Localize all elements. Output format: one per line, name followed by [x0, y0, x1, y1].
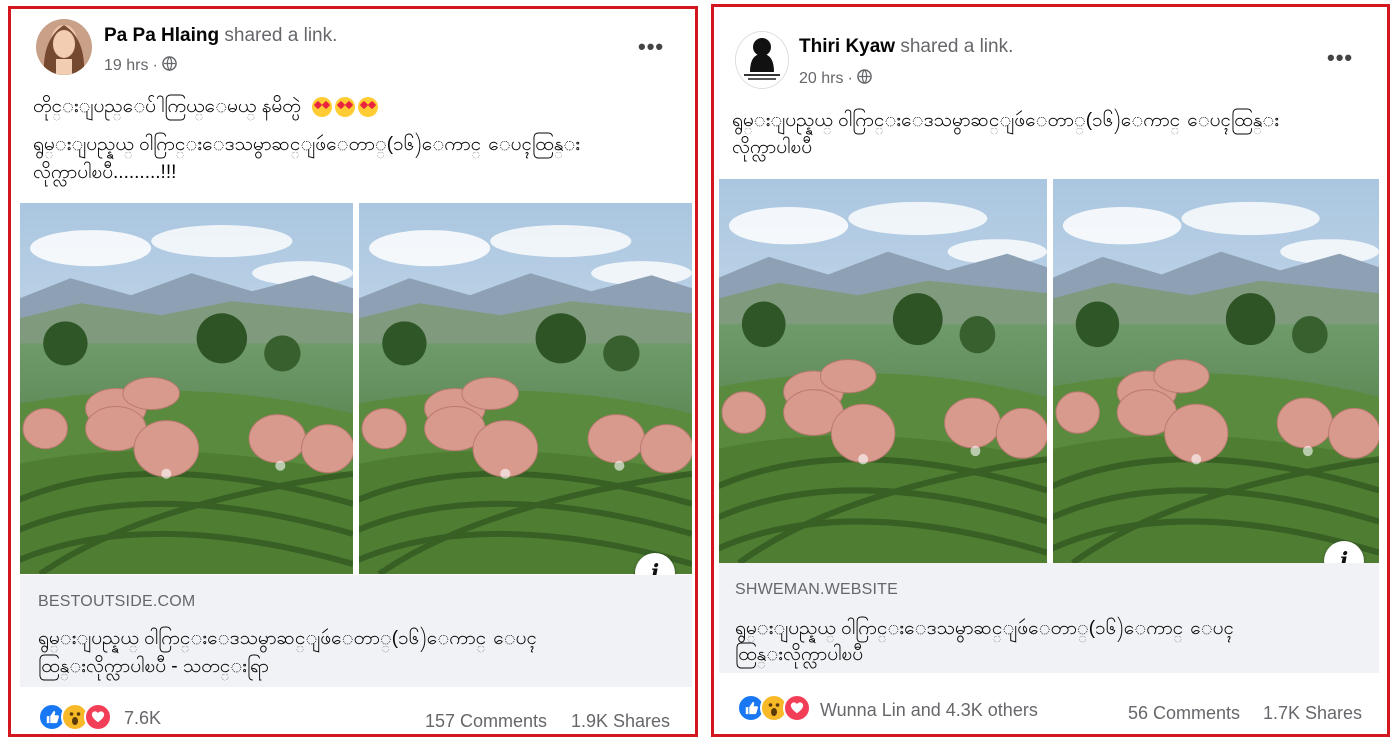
reaction-count[interactable]: Wunna Lin and 4.3K others [820, 700, 1038, 721]
link-title-line: ရွမ္းျပည္နယ္ ဝါဂြာင္းေဒသမွာဆင္ျဖဴေတာ္(၁၆… [735, 618, 1235, 639]
link-title-line: ထြန္းလိုက္လာပါၿပီ [735, 644, 864, 665]
caption-line: လိုက္လာပါၿပီ.........!!! [33, 162, 177, 183]
link-domain: SHWEMAN.WEBSITE [735, 581, 899, 598]
post-meta: 19 hrs · [104, 56, 177, 76]
link-preview-image-left[interactable] [20, 203, 353, 574]
author-avatar[interactable] [36, 19, 92, 75]
shared-post-card: Pa Pa Hlaing shared a link. 19 hrs · •••… [8, 6, 698, 737]
link-preview-box[interactable]: SHWEMAN.WEBSITE ရွမ္းျပည္နယ္ ဝါဂြာင္းေဒသ… [719, 563, 1379, 673]
link-preview-image-right[interactable] [359, 203, 692, 574]
post-action: shared a link. [900, 36, 1014, 57]
link-domain: BESTOUTSIDE.COM [38, 593, 196, 610]
shared-post-card: Thiri Kyaw shared a link. 20 hrs · ••• ရ… [711, 4, 1390, 737]
comments-count[interactable]: 157 Comments [425, 711, 547, 732]
shares-count[interactable]: 1.9K Shares [571, 711, 670, 732]
post-caption: တိုင္းျပည္ေပ်ါကြယ္ေမယ္ နမိတ္ပဲ [33, 95, 379, 119]
post-header: Thiri Kyaw shared a link. [799, 36, 1013, 58]
comments-count[interactable]: 56 Comments [1128, 703, 1240, 724]
more-options-icon[interactable]: ••• [638, 36, 664, 58]
link-title-line: ထြန္းလိုက္လာပါၿပီ - သတင္းရြာ [38, 656, 269, 677]
caption-line: ရွမ္းျပည္နယ္ ဝါဂြာင္းေဒသမွာဆင္ျဖဴေတာ္(၁၆… [33, 134, 581, 155]
post-meta: 20 hrs · [799, 69, 872, 89]
post-time[interactable]: 20 hrs [799, 70, 843, 88]
reaction-icons[interactable] [38, 703, 112, 731]
link-preview-box[interactable]: BESTOUTSIDE.COM ရွမ္းျပည္နယ္ ဝါဂြာင္းေဒသ… [20, 575, 692, 687]
reaction-count[interactable]: 7.6K [124, 708, 161, 729]
author-name[interactable]: Pa Pa Hlaing [104, 25, 219, 46]
heart-eyes-emoji [312, 96, 379, 117]
post-time[interactable]: 19 hrs [104, 57, 148, 75]
caption-line: လိုက္လာပါၿပီ [732, 137, 813, 158]
reaction-icons[interactable] [737, 694, 811, 722]
link-preview-image-right[interactable] [1053, 179, 1379, 563]
globe-icon [161, 56, 177, 76]
shares-count[interactable]: 1.7K Shares [1263, 703, 1362, 724]
link-preview-image-left[interactable] [719, 179, 1047, 563]
post-action: shared a link. [224, 25, 338, 46]
author-avatar[interactable] [735, 31, 789, 89]
link-title-line: ရွမ္းျပည္နယ္ ဝါဂြာင္းေဒသမွာဆင္ျဖဴေတာ္(၁၆… [38, 628, 538, 649]
author-name[interactable]: Thiri Kyaw [799, 36, 895, 57]
more-options-icon[interactable]: ••• [1327, 47, 1353, 69]
separator-dot: · [152, 57, 158, 74]
love-icon [783, 694, 811, 722]
caption-line: တိုင္းျပည္ေပ်ါကြယ္ေမယ္ နမိတ္ပဲ [33, 96, 301, 117]
caption-line: ရွမ္းျပည္နယ္ ဝါဂြာင္းေဒသမွာဆင္ျဖဴေတာ္(၁၆… [732, 110, 1280, 131]
separator-dot: · [847, 70, 853, 87]
globe-icon [856, 69, 872, 89]
love-icon [84, 703, 112, 731]
post-header: Pa Pa Hlaing shared a link. [104, 25, 337, 47]
